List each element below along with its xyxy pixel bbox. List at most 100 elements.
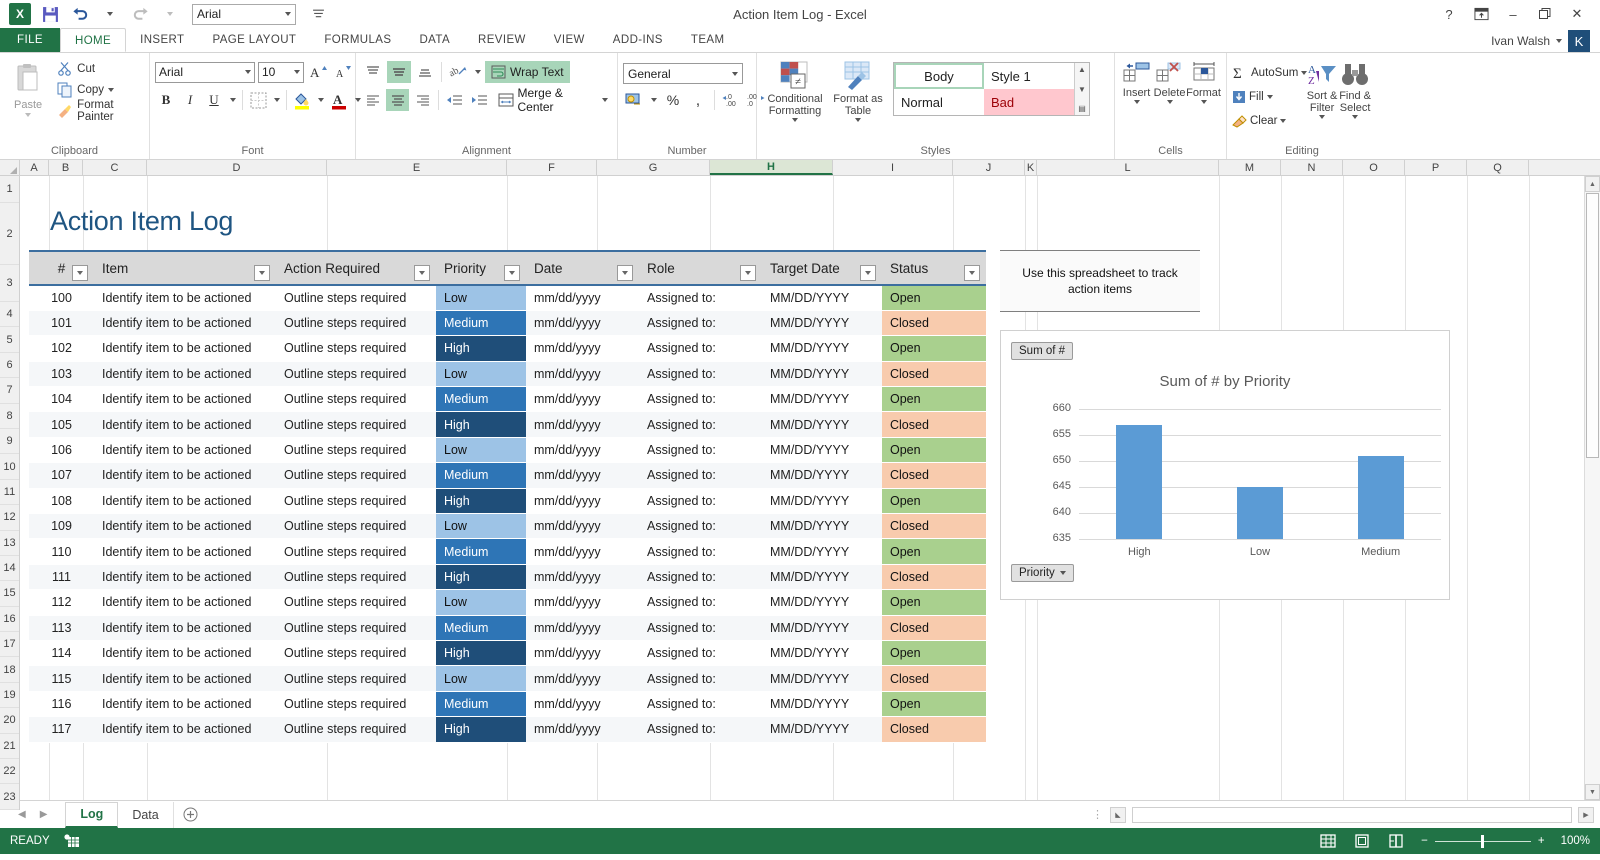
tab-page-layout[interactable]: PAGE LAYOUT — [198, 28, 310, 52]
cell-role[interactable]: Assigned to: — [639, 640, 762, 665]
close-button[interactable]: ✕ — [1562, 1, 1592, 27]
font-size-chevron-icon[interactable] — [294, 70, 300, 74]
filter-dropdown-icon[interactable] — [964, 265, 980, 281]
cell-item[interactable]: Identify item to be actioned — [94, 361, 276, 386]
cell-priority[interactable]: High — [436, 336, 526, 361]
cell-num[interactable]: 112 — [29, 590, 94, 615]
table-row[interactable]: 109Identify item to be actionedOutline s… — [29, 514, 986, 539]
cell-num[interactable]: 113 — [29, 615, 94, 640]
table-row[interactable]: 114Identify item to be actionedOutline s… — [29, 640, 986, 665]
record-macro-icon[interactable] — [64, 834, 80, 848]
cell-action[interactable]: Outline steps required — [276, 488, 436, 513]
column-header-D[interactable]: D — [147, 160, 327, 175]
italic-button[interactable]: I — [179, 89, 201, 111]
cell-item[interactable]: Identify item to be actioned — [94, 539, 276, 564]
row-header-22[interactable]: 22 — [0, 759, 19, 784]
merge-center-button[interactable]: Merge & Center — [494, 89, 612, 111]
cell-date[interactable]: mm/dd/yyyy — [526, 387, 639, 412]
cell-item[interactable]: Identify item to be actioned — [94, 488, 276, 513]
table-row[interactable]: 113Identify item to be actionedOutline s… — [29, 615, 986, 640]
cell-role[interactable]: Assigned to: — [639, 717, 762, 742]
align-left-button[interactable] — [361, 89, 384, 111]
find-select-dropdown-icon[interactable] — [1352, 115, 1358, 119]
borders-dropdown-icon[interactable] — [271, 89, 282, 111]
table-row[interactable]: 117Identify item to be actionedOutline s… — [29, 717, 986, 742]
sheet-tab-log[interactable]: Log — [65, 802, 118, 828]
cell-action[interactable]: Outline steps required — [276, 437, 436, 462]
cell-target[interactable]: MM/DD/YYYY — [762, 564, 882, 589]
ribbon-display-options-icon[interactable] — [1466, 1, 1496, 27]
cell-date[interactable]: mm/dd/yyyy — [526, 564, 639, 589]
zoom-out-button[interactable]: − — [1421, 835, 1428, 847]
cell-priority[interactable]: High — [436, 488, 526, 513]
cell-item[interactable]: Identify item to be actioned — [94, 564, 276, 589]
cell-status[interactable]: Open — [882, 488, 986, 513]
undo-icon[interactable] — [66, 2, 94, 26]
help-button[interactable]: ? — [1434, 1, 1464, 27]
pivot-field-chevron-icon[interactable] — [1060, 571, 1066, 575]
cell-status[interactable]: Open — [882, 691, 986, 716]
sheet-nav-next-icon[interactable]: ▶ — [40, 809, 48, 820]
tab-formulas[interactable]: FORMULAS — [310, 28, 405, 52]
cell-date[interactable]: mm/dd/yyyy — [526, 590, 639, 615]
fill-color-dropdown-icon[interactable] — [315, 89, 326, 111]
cell-role[interactable]: Assigned to: — [639, 387, 762, 412]
cell-role[interactable]: Assigned to: — [639, 590, 762, 615]
cell-role[interactable]: Assigned to: — [639, 666, 762, 691]
cell-status[interactable]: Open — [882, 336, 986, 361]
zoom-thumb[interactable] — [1481, 835, 1484, 848]
cell-date[interactable]: mm/dd/yyyy — [526, 539, 639, 564]
cell-date[interactable]: mm/dd/yyyy — [526, 463, 639, 488]
cell-action[interactable]: Outline steps required — [276, 564, 436, 589]
column-header-E[interactable]: E — [327, 160, 507, 175]
row-header-4[interactable]: 4 — [0, 302, 19, 327]
copy-dropdown-icon[interactable] — [108, 88, 114, 92]
tab-file[interactable]: FILE — [0, 28, 60, 52]
cell-action[interactable]: Outline steps required — [276, 539, 436, 564]
cell-status[interactable]: Closed — [882, 310, 986, 335]
row-header-15[interactable]: 15 — [0, 581, 19, 606]
cell-style-style1[interactable]: Style 1 — [984, 63, 1074, 89]
h-scroll-right-icon[interactable]: ▶ — [1578, 807, 1594, 823]
cell-num[interactable]: 101 — [29, 310, 94, 335]
normal-view-icon[interactable] — [1319, 833, 1337, 849]
cell-num[interactable]: 107 — [29, 463, 94, 488]
sheet-nav-arrows[interactable]: ◀ ▶ — [0, 809, 65, 820]
underline-button[interactable]: U — [203, 89, 225, 111]
cell-target[interactable]: MM/DD/YYYY — [762, 412, 882, 437]
table-header-cell[interactable]: Action Required — [276, 251, 436, 285]
vertical-scroll-thumb[interactable] — [1586, 193, 1599, 458]
cell-num[interactable]: 104 — [29, 387, 94, 412]
account-chevron-icon[interactable] — [1556, 39, 1562, 43]
cell-target[interactable]: MM/DD/YYYY — [762, 717, 882, 742]
row-header-23[interactable]: 23 — [0, 784, 19, 809]
redo-icon[interactable] — [126, 2, 154, 26]
cell-item[interactable]: Identify item to be actioned — [94, 437, 276, 462]
orientation-button[interactable]: ab — [446, 61, 470, 83]
select-all-corner[interactable] — [0, 160, 20, 176]
wrap-text-button[interactable]: Wrap Text — [485, 61, 570, 83]
cell-status[interactable]: Open — [882, 285, 986, 310]
grow-font-button[interactable]: A — [307, 61, 329, 83]
decrease-indent-button[interactable] — [443, 89, 466, 111]
cell-priority[interactable]: Low — [436, 514, 526, 539]
sort-filter-dropdown-icon[interactable] — [1319, 115, 1325, 119]
cell-styles-scrollbar[interactable]: ▲ ▼ ▤ — [1074, 63, 1089, 115]
column-header-F[interactable]: F — [507, 160, 597, 175]
delete-cells-button[interactable]: Delete — [1153, 58, 1186, 104]
cell-item[interactable]: Identify item to be actioned — [94, 310, 276, 335]
table-header-cell[interactable]: Role — [639, 251, 762, 285]
cell-status[interactable]: Closed — [882, 564, 986, 589]
filter-dropdown-icon[interactable] — [617, 265, 633, 281]
table-row[interactable]: 111Identify item to be actionedOutline s… — [29, 564, 986, 589]
cell-priority[interactable]: Low — [436, 285, 526, 310]
scroll-down-icon[interactable]: ▼ — [1585, 784, 1600, 800]
cell-target[interactable]: MM/DD/YYYY — [762, 463, 882, 488]
conditional-formatting-dropdown-icon[interactable] — [792, 118, 798, 122]
column-header-H[interactable]: H — [710, 160, 833, 175]
cell-style-bad[interactable]: Bad — [984, 89, 1074, 115]
fill-dropdown-icon[interactable] — [1267, 95, 1273, 99]
row-header-19[interactable]: 19 — [0, 683, 19, 708]
table-header-cell[interactable]: Target Date — [762, 251, 882, 285]
cell-num[interactable]: 103 — [29, 361, 94, 386]
